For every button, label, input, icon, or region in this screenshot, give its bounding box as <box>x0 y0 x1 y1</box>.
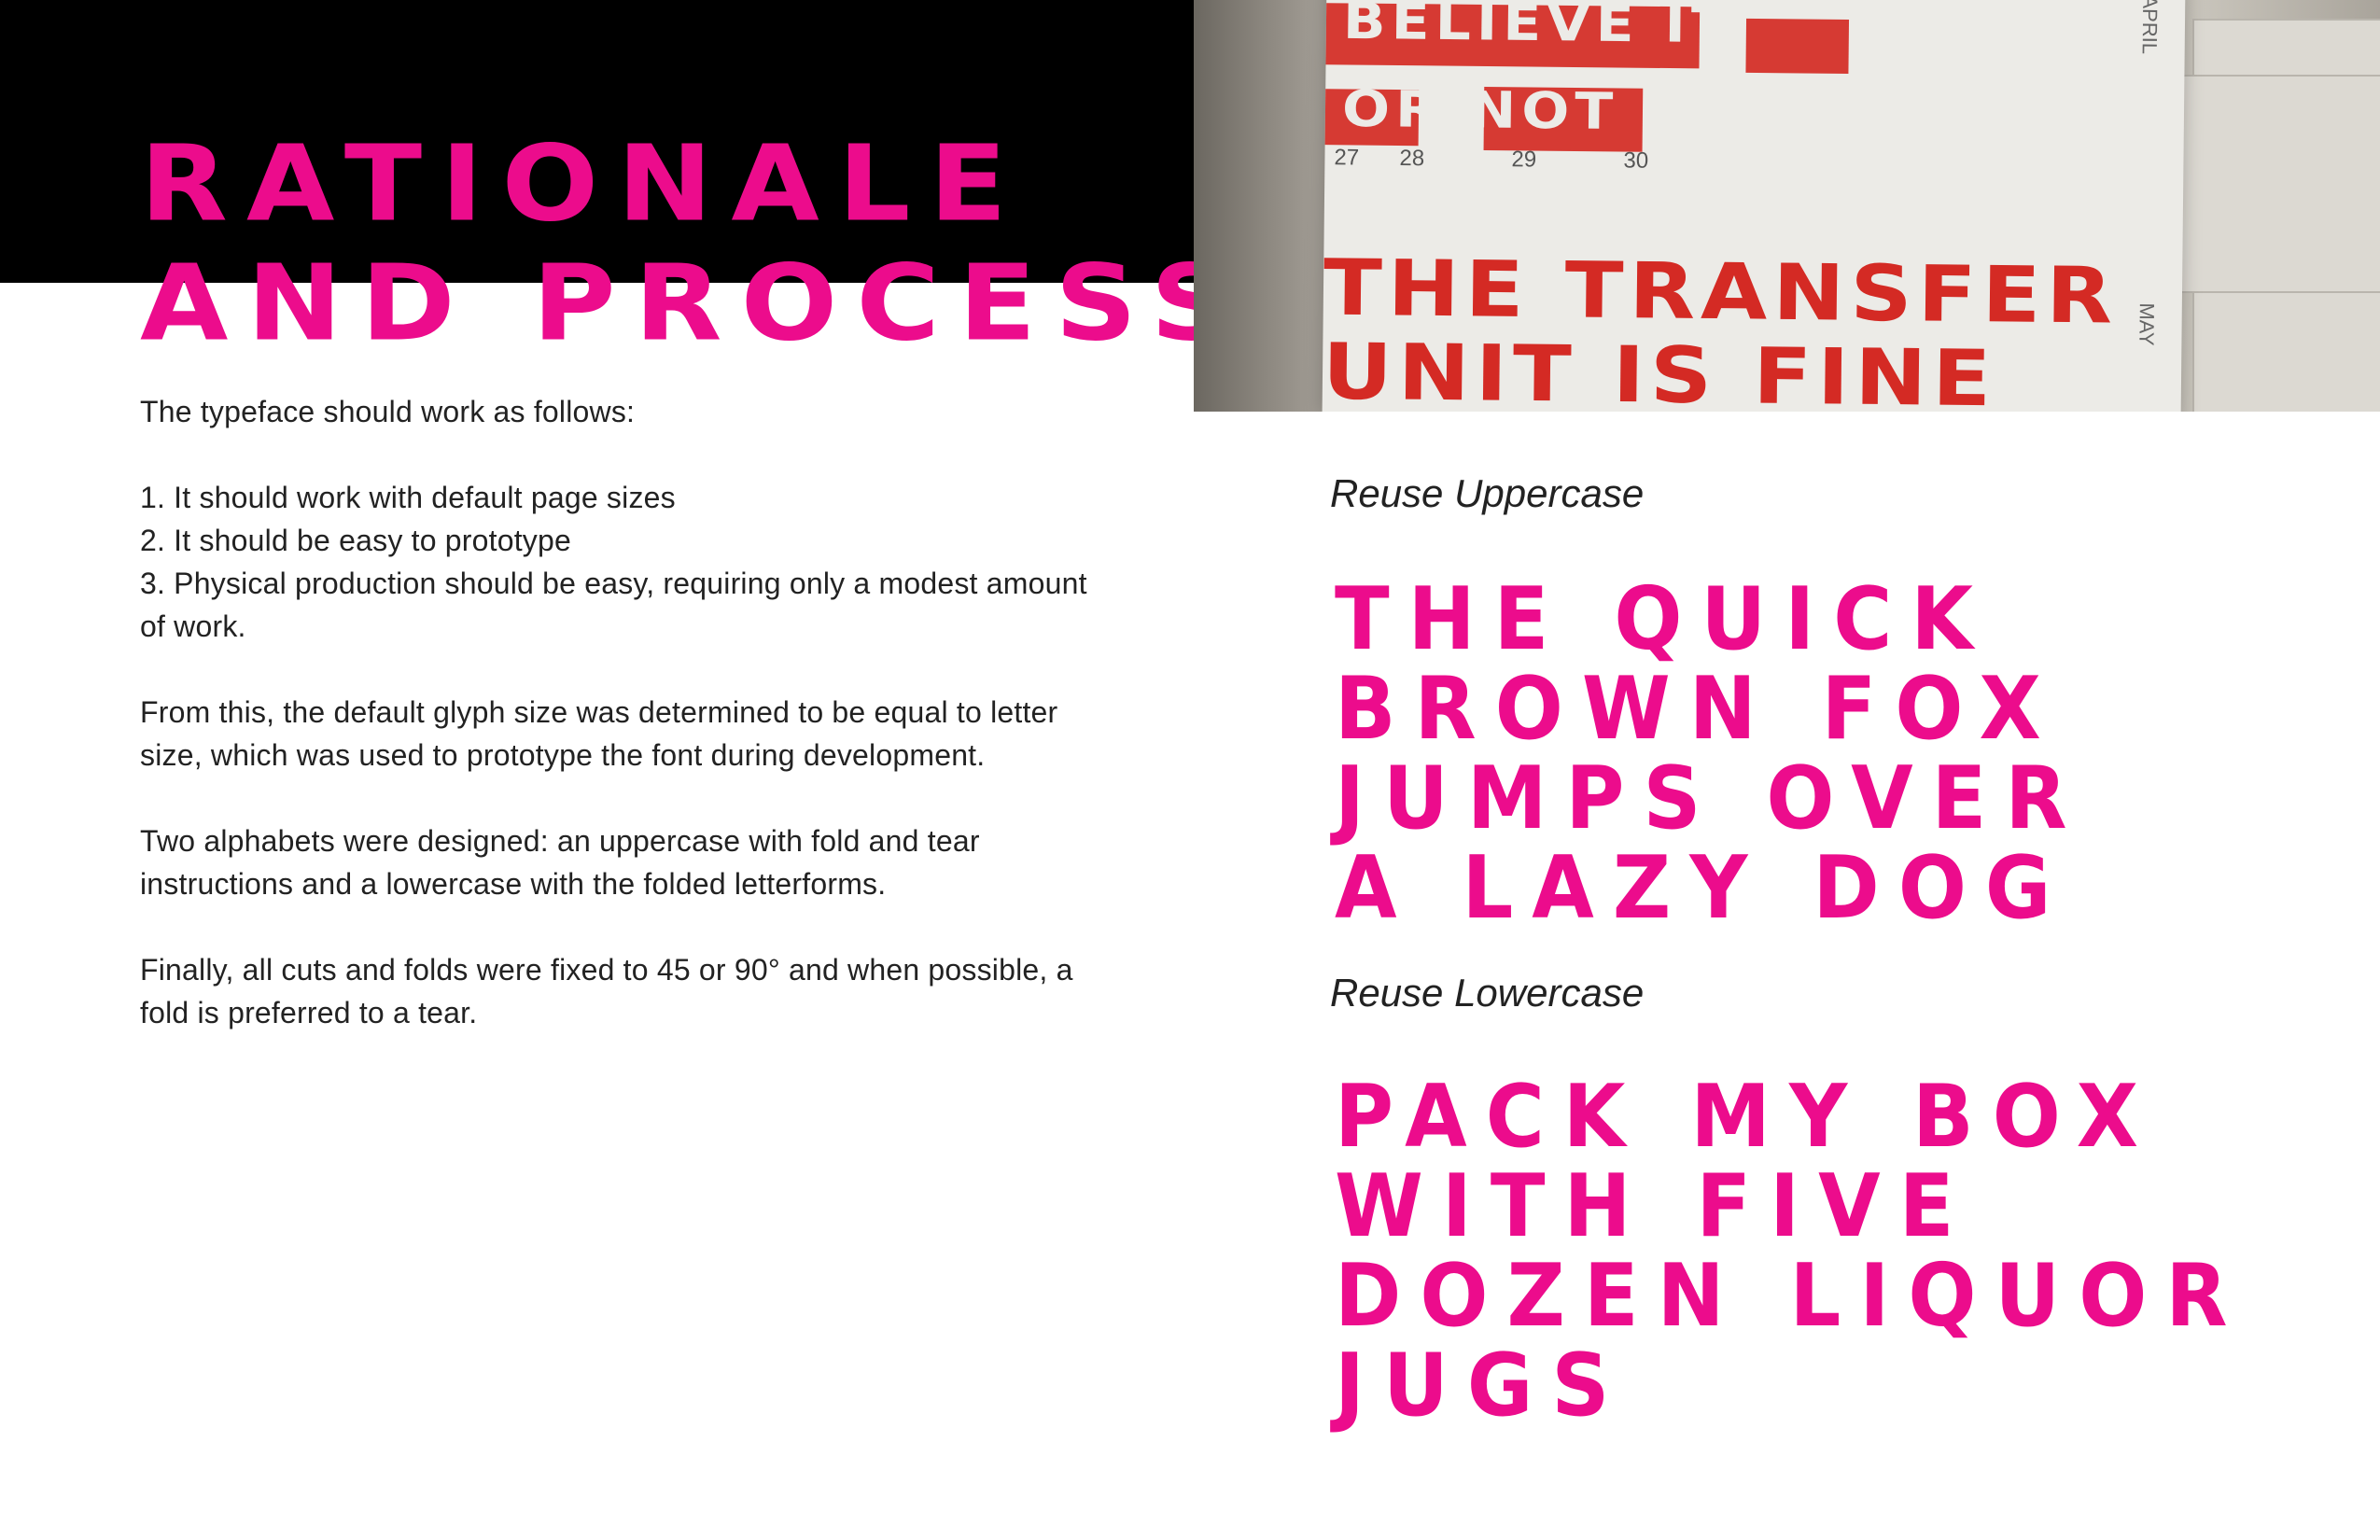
uppercase-label: Reuse Uppercase <box>1330 471 1645 515</box>
lowercase-specimen-line: PACK MY BOX <box>1335 1066 2158 1168</box>
poster-date: 27 <box>1334 145 1360 171</box>
intro-paragraph: The typeface should work as follows: <box>140 395 636 428</box>
uppercase-specimen-line: A LAZY DOG <box>1335 837 2070 939</box>
poster-photo: BELIEVE IT OR NOT 27 28 29 30 THE TRANSF… <box>1194 0 2380 412</box>
rule-item: 1. It should work with default page size… <box>140 481 676 514</box>
poster-date: 30 <box>1623 147 1649 174</box>
page-title: Rationale and Process <box>140 122 1252 368</box>
drawer-panel <box>2169 75 2380 293</box>
rule-item: 2. It should be easy to prototype <box>140 524 572 557</box>
lowercase-specimen-line: WITH FIVE <box>1335 1155 1973 1257</box>
poster-top-word: OR NOT <box>1341 79 1619 142</box>
poster-headline-line-1: THE TRANSFER <box>1323 243 2119 342</box>
poster-side-label: APRIL <box>2137 0 2163 55</box>
lowercase-specimen-line: JUGS <box>1335 1335 1629 1436</box>
rules-list: 1. It should work with default page size… <box>140 476 1092 648</box>
poster-sheet: BELIEVE IT OR NOT 27 28 29 30 THE TRANSF… <box>1323 0 2186 412</box>
body-text: The typeface should work as follows: 1. … <box>140 390 1092 1077</box>
poster-headline-line-2: UNIT IS FINE <box>1322 327 1997 412</box>
page-title-line-2: and Process <box>140 242 1252 365</box>
uppercase-specimen: THE QUICK BROWN FOX JUMPS OVER A LAZY DO… <box>1335 568 2086 937</box>
uppercase-specimen-line: THE QUICK <box>1335 568 1993 670</box>
poster-date: 29 <box>1511 147 1537 173</box>
alphabets-paragraph: Two alphabets were designed: an uppercas… <box>140 824 980 901</box>
page-title-line-1: Rationale <box>140 122 1026 245</box>
poster-side-label: MAY <box>2135 302 2159 346</box>
uppercase-specimen-line: BROWN FOX <box>1335 658 2060 760</box>
cuts-folds-paragraph: Finally, all cuts and folds were fixed t… <box>140 953 1073 1029</box>
lowercase-label: Reuse Lowercase <box>1330 971 1645 1015</box>
lowercase-specimen: PACK MY BOX WITH FIVE DOZEN LIQUOR JUGS <box>1335 1066 2247 1435</box>
poster-date: 28 <box>1399 146 1425 172</box>
poster-top-word: BELIEVE IT <box>1342 0 1736 55</box>
lowercase-specimen-line: DOZEN LIQUOR <box>1335 1245 2247 1347</box>
uppercase-specimen-line: JUMPS OVER <box>1335 748 2086 849</box>
rule-item: 3. Physical production should be easy, r… <box>140 567 1087 643</box>
glyph-size-paragraph: From this, the default glyph size was de… <box>140 695 1058 772</box>
